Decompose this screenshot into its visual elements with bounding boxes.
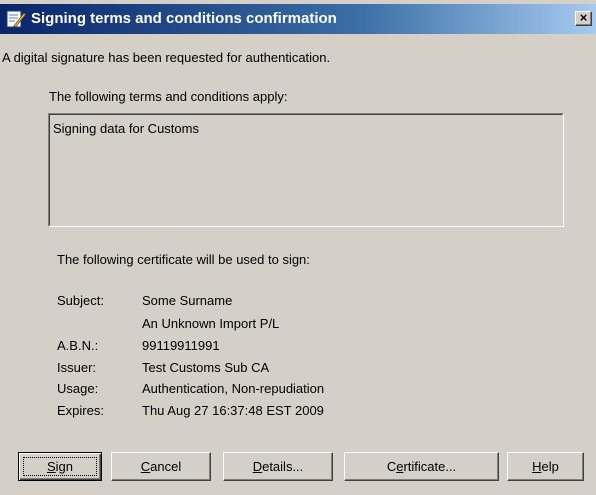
terms-box: Signing data for Customs — [48, 113, 564, 227]
close-button[interactable]: × — [575, 11, 592, 26]
signature-pen-icon — [6, 10, 26, 29]
issuer-label: Issuer: — [57, 360, 97, 375]
usage-value: Authentication, Non-repudiation — [142, 381, 325, 396]
cancel-button[interactable]: Cancel — [111, 452, 211, 481]
abn-label: A.B.N.: — [57, 338, 99, 353]
signing-dialog: Signing terms and conditions confirmatio… — [0, 0, 596, 495]
help-button[interactable]: Help — [507, 452, 584, 481]
dialog-title: Signing terms and conditions confirmatio… — [31, 10, 337, 27]
usage-label: Usage: — [57, 381, 99, 396]
close-icon: × — [579, 10, 588, 25]
terms-heading: The following terms and conditions apply… — [49, 89, 288, 104]
subject-value: Some Surname — [142, 293, 233, 308]
issuer-value: Test Customs Sub CA — [142, 360, 270, 375]
title-bar[interactable]: Signing terms and conditions confirmatio… — [0, 4, 596, 34]
sign-button[interactable]: Sign — [18, 452, 102, 481]
subject-org-value: An Unknown Import P/L — [142, 316, 280, 331]
expires-label: Expires: — [57, 403, 104, 418]
expires-value: Thu Aug 27 16:37:48 EST 2009 — [142, 403, 324, 418]
certificate-button[interactable]: Certificate... — [344, 452, 499, 481]
details-button[interactable]: Details... — [223, 452, 333, 481]
subject-label: Subject: — [57, 293, 104, 308]
terms-text: Signing data for Customs — [53, 121, 199, 136]
abn-value: 99119911991 — [142, 338, 220, 353]
certificate-heading: The following certificate will be used t… — [57, 252, 310, 267]
intro-text: A digital signature has been requested f… — [2, 50, 331, 65]
